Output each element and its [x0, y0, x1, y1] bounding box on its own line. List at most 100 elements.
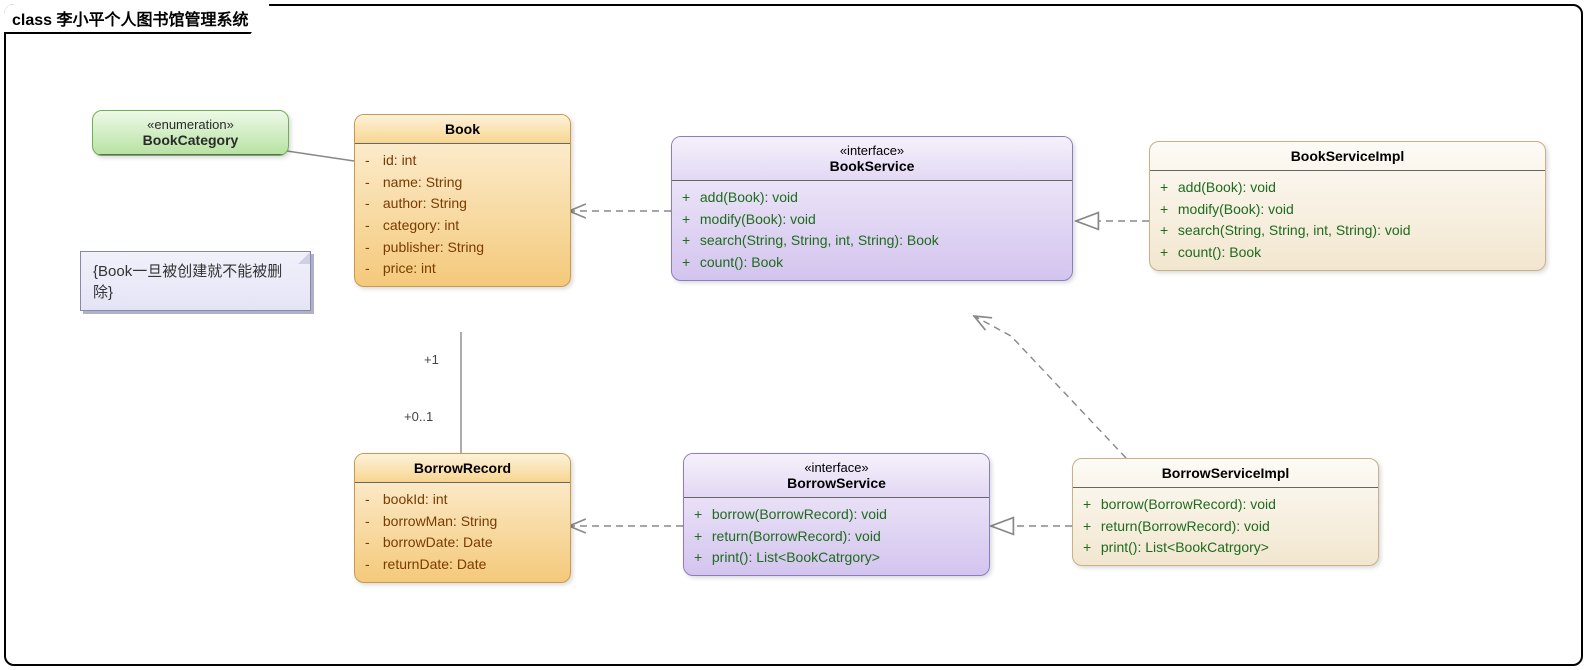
visibility: +	[1083, 537, 1097, 559]
multiplicity-book: +1	[424, 352, 439, 367]
class-borrowserviceimpl[interactable]: BorrowServiceImpl + borrow(BorrowRecord)…	[1072, 458, 1379, 566]
frame-title: class 李小平个人图书馆管理系统	[4, 4, 271, 34]
member-row: + return(BorrowRecord): void	[1083, 516, 1368, 538]
member-row: + modify(Book): void	[1160, 199, 1535, 221]
class-book[interactable]: Book - id: int- name: String- author: St…	[354, 114, 571, 287]
interface-borrowservice[interactable]: «interface» BorrowService + borrow(Borro…	[683, 453, 990, 576]
class-name: BookService	[680, 158, 1064, 174]
signature: return(BorrowRecord): void	[1097, 518, 1270, 534]
visibility: +	[694, 504, 708, 526]
class-bookserviceimpl[interactable]: BookServiceImpl + add(Book): void+ modif…	[1149, 141, 1546, 271]
visibility: -	[365, 258, 379, 280]
signature: borrow(BorrowRecord): void	[708, 506, 887, 522]
class-body: + borrow(BorrowRecord): void+ return(Bor…	[1073, 488, 1378, 565]
member-row: + count(): Book	[1160, 242, 1535, 264]
member-row: + print(): List<BookCatrgory>	[1083, 537, 1368, 559]
class-bookcategory[interactable]: «enumeration» BookCategory	[92, 110, 289, 156]
member-row: + modify(Book): void	[682, 209, 1062, 231]
class-name: BookServiceImpl	[1291, 148, 1405, 164]
class-head: «enumeration» BookCategory	[93, 111, 288, 155]
class-borrowrecord[interactable]: BorrowRecord - bookId: int- borrowMan: S…	[354, 453, 571, 583]
member-row: - bookId: int	[365, 489, 560, 511]
member-row: - category: int	[365, 215, 560, 237]
class-head: BookServiceImpl	[1150, 142, 1545, 171]
visibility: +	[682, 209, 696, 231]
class-body: + borrow(BorrowRecord): void+ return(Bor…	[684, 498, 989, 575]
class-name: BorrowService	[692, 475, 981, 491]
signature: borrowMan: String	[379, 513, 497, 529]
class-name: BorrowServiceImpl	[1162, 465, 1290, 481]
signature: modify(Book): void	[1174, 201, 1294, 217]
signature: price: int	[379, 260, 436, 276]
signature: search(String, String, int, String): voi…	[1174, 222, 1411, 238]
visibility: +	[1083, 516, 1097, 538]
visibility: +	[694, 526, 708, 548]
visibility: +	[1083, 494, 1097, 516]
class-body: + add(Book): void+ modify(Book): void+ s…	[1150, 171, 1545, 270]
signature: add(Book): void	[696, 189, 798, 205]
signature: borrow(BorrowRecord): void	[1097, 496, 1276, 512]
signature: print(): List<BookCatrgory>	[708, 549, 880, 565]
class-head: BorrowRecord	[355, 454, 570, 483]
signature: count(): Book	[1174, 244, 1261, 260]
member-row: + search(String, String, int, String): B…	[682, 230, 1062, 252]
member-row: - id: int	[365, 150, 560, 172]
member-row: + count(): Book	[682, 252, 1062, 274]
signature: borrowDate: Date	[379, 534, 493, 550]
visibility: -	[365, 511, 379, 533]
visibility: -	[365, 150, 379, 172]
member-row: - publisher: String	[365, 237, 560, 259]
visibility: +	[694, 547, 708, 569]
class-name: BookCategory	[101, 132, 280, 148]
visibility: +	[1160, 177, 1174, 199]
class-head: BorrowServiceImpl	[1073, 459, 1378, 488]
uml-frame: class 李小平个人图书馆管理系统 «enumeration» BookCat	[4, 4, 1583, 666]
multiplicity-borrow: +0..1	[404, 409, 433, 424]
member-row: + print(): List<BookCatrgory>	[694, 547, 979, 569]
visibility: -	[365, 489, 379, 511]
member-row: + borrow(BorrowRecord): void	[694, 504, 979, 526]
visibility: -	[365, 193, 379, 215]
signature: category: int	[379, 217, 459, 233]
class-body: - bookId: int- borrowMan: String- borrow…	[355, 483, 570, 582]
visibility: -	[365, 554, 379, 576]
member-row: + borrow(BorrowRecord): void	[1083, 494, 1368, 516]
class-head: «interface» BookService	[672, 137, 1072, 181]
signature: publisher: String	[379, 239, 484, 255]
class-name: BorrowRecord	[414, 460, 511, 476]
class-head: «interface» BorrowService	[684, 454, 989, 498]
member-row: - price: int	[365, 258, 560, 280]
member-row: - author: String	[365, 193, 560, 215]
signature: count(): Book	[696, 254, 783, 270]
stereotype-label: «enumeration»	[101, 117, 280, 132]
member-row: - borrowDate: Date	[365, 532, 560, 554]
signature: bookId: int	[379, 491, 448, 507]
visibility: +	[1160, 220, 1174, 242]
note-text: {Book一旦被创建就不能被删除}	[93, 263, 282, 301]
note-constraint[interactable]: {Book一旦被创建就不能被删除}	[80, 251, 311, 311]
visibility: +	[682, 252, 696, 274]
visibility: +	[682, 187, 696, 209]
signature: add(Book): void	[1174, 179, 1276, 195]
class-body: - id: int- name: String- author: String-…	[355, 144, 570, 286]
visibility: +	[1160, 242, 1174, 264]
signature: search(String, String, int, String): Boo…	[696, 232, 939, 248]
interface-bookservice[interactable]: «interface» BookService + add(Book): voi…	[671, 136, 1073, 281]
member-row: + search(String, String, int, String): v…	[1160, 220, 1535, 242]
class-name: Book	[445, 121, 480, 137]
signature: modify(Book): void	[696, 211, 816, 227]
signature: return(BorrowRecord): void	[708, 528, 881, 544]
member-row: + add(Book): void	[682, 187, 1062, 209]
visibility: -	[365, 237, 379, 259]
member-row: - name: String	[365, 172, 560, 194]
member-row: + return(BorrowRecord): void	[694, 526, 979, 548]
signature: returnDate: Date	[379, 556, 486, 572]
visibility: -	[365, 215, 379, 237]
signature: author: String	[379, 195, 467, 211]
stereotype-label: «interface»	[692, 460, 981, 475]
stereotype-label: «interface»	[680, 143, 1064, 158]
visibility: -	[365, 532, 379, 554]
signature: print(): List<BookCatrgory>	[1097, 539, 1269, 555]
member-row: + add(Book): void	[1160, 177, 1535, 199]
member-row: - borrowMan: String	[365, 511, 560, 533]
